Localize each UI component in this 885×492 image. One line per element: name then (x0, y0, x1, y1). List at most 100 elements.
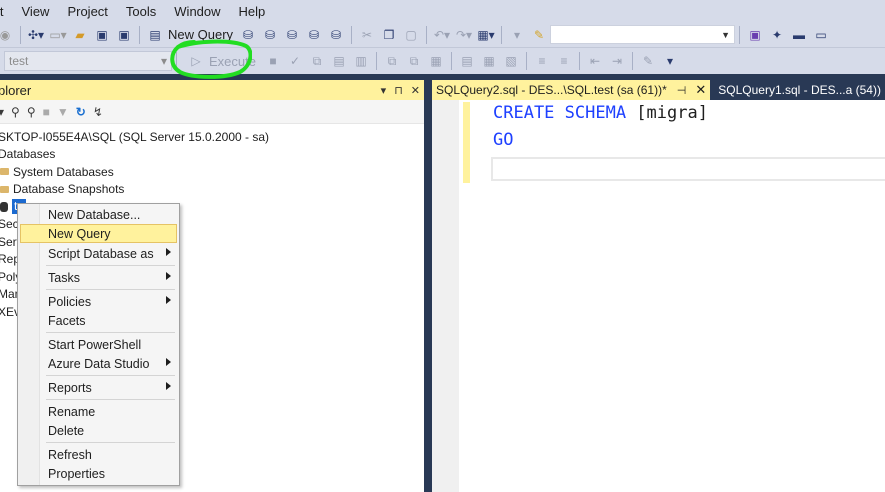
search-combo[interactable]: ▼ (550, 25, 736, 44)
menu-item-new-database[interactable]: New Database... (20, 205, 177, 224)
close-tab-icon[interactable]: ✕ (695, 82, 706, 98)
menu-item-label: Script Database as (48, 246, 154, 261)
comment-icon[interactable]: ≡ (533, 51, 551, 71)
parse-icon[interactable]: ✓ (286, 51, 304, 71)
menu-item-azure-data-studio[interactable]: Azure Data Studio (20, 354, 177, 373)
editor-margin (432, 100, 459, 492)
menu-item-refresh[interactable]: Refresh (20, 445, 177, 464)
open-folder-icon[interactable]: ▰ (71, 25, 89, 45)
menu-item-label: Properties (48, 466, 105, 481)
available-databases-combo[interactable]: test ▾ (4, 51, 172, 71)
decrease-indent-icon[interactable]: ⇤ (586, 51, 604, 71)
menu-item-rename[interactable]: Rename (20, 402, 177, 421)
menu-item-label: Start PowerShell (48, 337, 142, 352)
query-designer-icon[interactable]: ▤ (330, 51, 348, 71)
results-grid-icon[interactable]: ▦ (480, 51, 498, 71)
redo-icon[interactable]: ↷▾ (455, 25, 473, 45)
menu-item-start-powershell[interactable]: Start PowerShell (20, 335, 177, 354)
console-icon[interactable]: ▭ (812, 25, 830, 45)
chevron-down-icon: ▾ (160, 54, 167, 68)
submenu-arrow-icon (166, 358, 171, 366)
panel-splitter[interactable] (424, 80, 432, 492)
new-item-icon[interactable]: ▭▾ (49, 25, 67, 45)
menu-item-label: New Database... (48, 207, 141, 222)
menu-window[interactable]: Window (165, 4, 229, 19)
uncomment-icon[interactable]: ≡ (555, 51, 573, 71)
cut-icon[interactable]: ✂ (358, 25, 376, 45)
menu-separator (46, 265, 175, 266)
pin-icon[interactable]: ⊓ (394, 84, 403, 97)
menu-tools[interactable]: Tools (117, 4, 165, 19)
disconnect-icon[interactable]: ⚲ (27, 105, 36, 119)
dax-query-icon[interactable]: ⛁ (327, 25, 345, 45)
pin-icon[interactable]: ⊣ (677, 84, 687, 97)
tree-node-database-snapshots[interactable]: Database Snapshots (0, 181, 424, 199)
vs-icon[interactable]: ▣ (746, 25, 764, 45)
dmx-query-icon[interactable]: ⛁ (283, 25, 301, 45)
code-line-2[interactable]: GO (493, 130, 513, 150)
wrench-icon[interactable]: ✦ (768, 25, 786, 45)
save-all-icon[interactable]: ▣ (115, 25, 133, 45)
menu-item-policies[interactable]: Policies (20, 292, 177, 311)
undo-icon[interactable]: ↶▾ (433, 25, 451, 45)
tab-sqlquery2[interactable]: SQLQuery2.sql - DES...\SQL.test (sa (61)… (432, 80, 711, 100)
stop-icon[interactable]: ■ (43, 105, 50, 119)
menu-separator (46, 442, 175, 443)
live-stats-icon[interactable]: ⧉ (405, 51, 423, 71)
refresh-icon[interactable]: ↻ (76, 105, 86, 119)
client-stats-icon[interactable]: ▦ (427, 51, 445, 71)
intellisense-icon[interactable]: ▥ (352, 51, 370, 71)
filter-icon[interactable]: ▼ (57, 105, 69, 119)
stop-icon[interactable]: ■ (264, 51, 282, 71)
new-project-icon[interactable]: ✣▾ (27, 25, 45, 45)
connect-icon[interactable]: ⚲ (11, 105, 20, 119)
activity-monitor-icon[interactable]: ↯ (93, 105, 103, 119)
results-text-icon[interactable]: ▤ (458, 51, 476, 71)
activity-monitor-icon[interactable]: ▦▾ (477, 25, 495, 45)
tab-sqlquery1[interactable]: SQLQuery1.sql - DES...a (54)) Execu (710, 83, 885, 97)
menu-edit[interactable]: it (0, 4, 13, 19)
menu-item-reports[interactable]: Reports (20, 378, 177, 397)
new-query-icon[interactable]: ▤ (146, 25, 164, 45)
toolbar-separator (139, 25, 140, 44)
menu-item-facets[interactable]: Facets (20, 311, 177, 330)
estimated-plan-icon[interactable]: ⧉ (308, 51, 326, 71)
menu-view[interactable]: View (13, 4, 59, 19)
increase-indent-icon[interactable]: ⇥ (608, 51, 626, 71)
menu-item-new-query[interactable]: New Query (20, 224, 177, 243)
tree-node-label: SKTOP-I055E4A\SQL (SQL Server 15.0.2000 … (0, 129, 270, 144)
close-icon[interactable]: ✕ (411, 84, 420, 97)
code-line-1[interactable]: CREATE SCHEMA [migra] (493, 103, 708, 123)
window-position-icon[interactable]: ▾ (381, 84, 387, 97)
menu-item-tasks[interactable]: Tasks (20, 268, 177, 287)
tree-node-system-databases[interactable]: System Databases (0, 163, 424, 181)
tree-node-databases[interactable]: Databases (0, 146, 424, 164)
menu-item-script-database-as[interactable]: Script Database as (20, 244, 177, 263)
actual-plan-icon[interactable]: ⧉ (383, 51, 401, 71)
save-icon[interactable]: ▣ (93, 25, 111, 45)
mdx-query-icon[interactable]: ⛁ (261, 25, 279, 45)
connect-dropdown-icon[interactable]: ▾ (0, 105, 4, 119)
toolbar-overflow-icon[interactable]: ▾ (661, 51, 679, 71)
navigate-icon[interactable]: ◉ (0, 25, 14, 45)
results-file-icon[interactable]: ▧ (502, 51, 520, 71)
folder-icon (0, 185, 9, 193)
menu-item-properties[interactable]: Properties (20, 464, 177, 483)
toolbar-separator (375, 52, 377, 70)
menu-bar: it View Project Tools Window Help (0, 0, 885, 22)
specify-values-icon[interactable]: ✎ (639, 51, 657, 71)
menu-item-delete[interactable]: Delete (20, 421, 177, 440)
toolbar-separator (20, 25, 21, 44)
toolbox-icon[interactable]: ▬ (790, 25, 808, 45)
query-editor[interactable]: CREATE SCHEMA [migra] GO (432, 100, 885, 492)
solution-config-icon[interactable]: ▾ (508, 25, 526, 45)
menu-help[interactable]: Help (230, 4, 275, 19)
xmla-query-icon[interactable]: ⛁ (305, 25, 323, 45)
menu-project[interactable]: Project (58, 4, 116, 19)
tree-node-server[interactable]: SKTOP-I055E4A\SQL (SQL Server 15.0.2000 … (0, 128, 424, 146)
tab-label: SQLQuery2.sql - DES...\SQL.test (sa (61)… (436, 83, 667, 97)
toolbar-separator (739, 25, 741, 44)
paste-icon[interactable]: ▢ (402, 25, 420, 45)
find-icon[interactable]: ✎ (530, 25, 548, 45)
copy-icon[interactable]: ❐ (380, 25, 398, 45)
